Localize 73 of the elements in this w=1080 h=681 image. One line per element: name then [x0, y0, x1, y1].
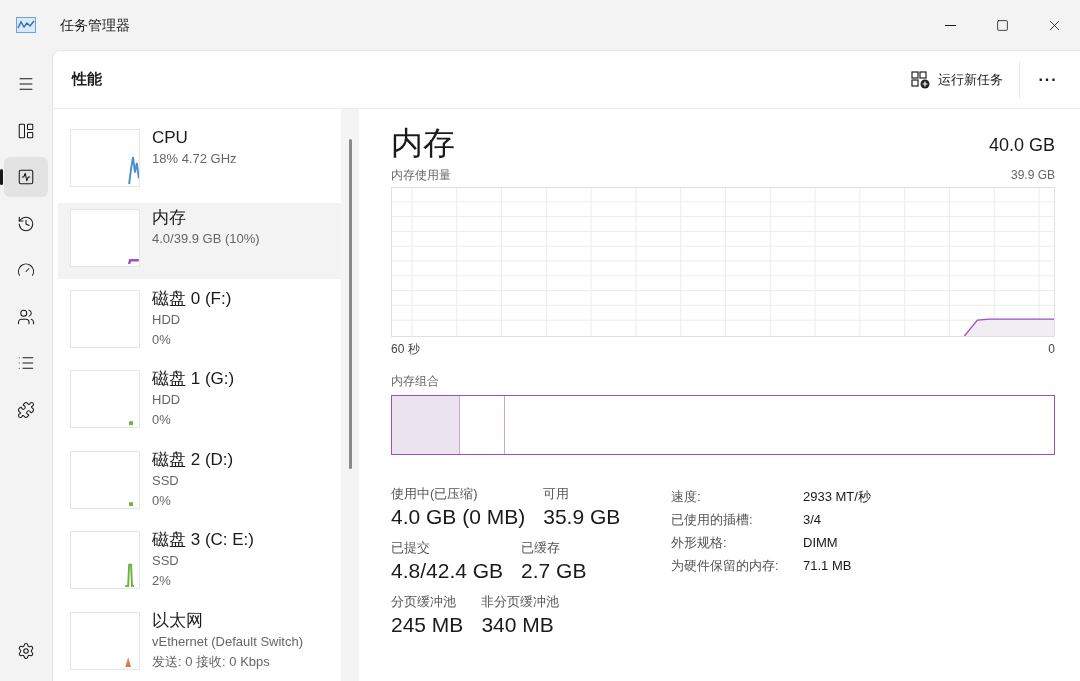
device-name: 内存 [152, 207, 187, 230]
device-item[interactable]: 磁盘 3 (C: E:) SSD 2% [58, 525, 341, 601]
device-detail: HDD [152, 391, 182, 410]
stat-value: 35.9 GB [543, 504, 621, 530]
page-title: 性能 [72, 69, 102, 90]
chart-label: 内存使用量 [391, 167, 451, 184]
stat-value: 340 MB [481, 612, 555, 638]
device-item[interactable]: 磁盘 0 (F:) HDD 0% [58, 283, 341, 360]
device-detail: 18% 4.72 GHz [152, 150, 237, 168]
selection-indicator [0, 169, 3, 185]
device-item[interactable]: 磁盘 1 (G:) HDD 0% [58, 364, 341, 440]
new-task-icon [911, 70, 930, 89]
device-detail: 0% [152, 411, 172, 430]
time-start-label: 60 秒 [391, 341, 420, 358]
menu-icon [17, 75, 35, 93]
settings-icon [17, 642, 35, 660]
app-icon [16, 17, 36, 33]
device-item[interactable]: CPU 18% 4.72 GHz [58, 123, 341, 199]
stat-label: 使用中(已压缩) [391, 485, 479, 503]
device-name: CPU [152, 127, 189, 149]
stat-label: 非分页缓冲池 [481, 593, 560, 611]
device-item[interactable]: 内存 4.0/39.9 GB (10%) [58, 203, 341, 279]
stat-value: 2.7 GB [521, 558, 587, 584]
sparkline-graph [70, 289, 140, 348]
property-label: 为硬件保留的内存: [671, 557, 780, 575]
device-name: 磁盘 0 (F:) [152, 287, 232, 310]
device-name: 磁盘 1 (G:) [152, 368, 235, 391]
device-item[interactable]: 以太网 vEthernet (Default Switch) 发送: 0 接收: 0 Kbps [58, 605, 341, 681]
stat-label: 可用 [543, 485, 571, 503]
stat-value: 4.8/42.4 GB [391, 558, 504, 584]
stat-value: 4.0 GB (0 MB) [391, 504, 526, 530]
device-detail: SSD [152, 471, 180, 490]
device-detail: SSD [152, 552, 180, 571]
stat-label: 已缓存 [521, 539, 562, 557]
device-item[interactable]: 磁盘 2 (D:) SSD 0% [58, 444, 341, 521]
property-value: DIMM [803, 534, 838, 552]
scrollbar-thumb[interactable] [348, 139, 352, 469]
gauge-icon [17, 261, 35, 279]
device-detail: vEthernet (Default Switch) [152, 632, 303, 651]
run-task-button[interactable]: 运行新任务 [903, 62, 1011, 97]
property-label: 外形规格: [671, 534, 728, 552]
stat-label: 已提交 [391, 539, 431, 557]
property-value: 3/4 [803, 511, 822, 529]
total-memory: 40.0 GB [988, 134, 1055, 157]
grid-icon [17, 121, 35, 140]
activity-icon [17, 168, 35, 186]
users-icon [17, 307, 35, 326]
history-icon [17, 214, 35, 233]
puzzle-icon [17, 400, 35, 419]
device-detail: 0% [152, 330, 172, 349]
property-label: 速度: [671, 488, 702, 506]
composition-label: 内存组合 [391, 373, 440, 390]
detail-title: 内存 [391, 124, 455, 163]
device-name: 磁盘 3 (C: E:) [152, 529, 254, 552]
property-value: 2933 MT/秒 [803, 488, 871, 506]
time-end-label: 0 [1048, 341, 1055, 358]
list-icon [17, 354, 35, 372]
device-detail: 2% [152, 572, 172, 591]
window-title: 任务管理器 [60, 15, 130, 35]
stat-value: 245 MB [391, 612, 464, 638]
property-label: 已使用的插槽: [671, 511, 754, 529]
property-value: 71.1 MB [803, 557, 852, 575]
device-detail: 4.0/39.9 GB (10%) [152, 230, 260, 249]
device-detail: HDD [152, 310, 182, 329]
stat-label: 分页缓冲池 [391, 593, 457, 611]
device-name: 以太网 [152, 609, 204, 632]
device-detail: 0% [152, 491, 172, 510]
chart-max-label: 39.9 GB [1010, 167, 1055, 184]
device-detail: 发送: 0 接收: 0 Kbps [152, 652, 271, 671]
maximize-icon [995, 18, 1009, 32]
device-name: 磁盘 2 (D:) [152, 448, 234, 471]
minimize-icon [944, 24, 956, 26]
more-button[interactable]: ··· [1028, 62, 1068, 97]
